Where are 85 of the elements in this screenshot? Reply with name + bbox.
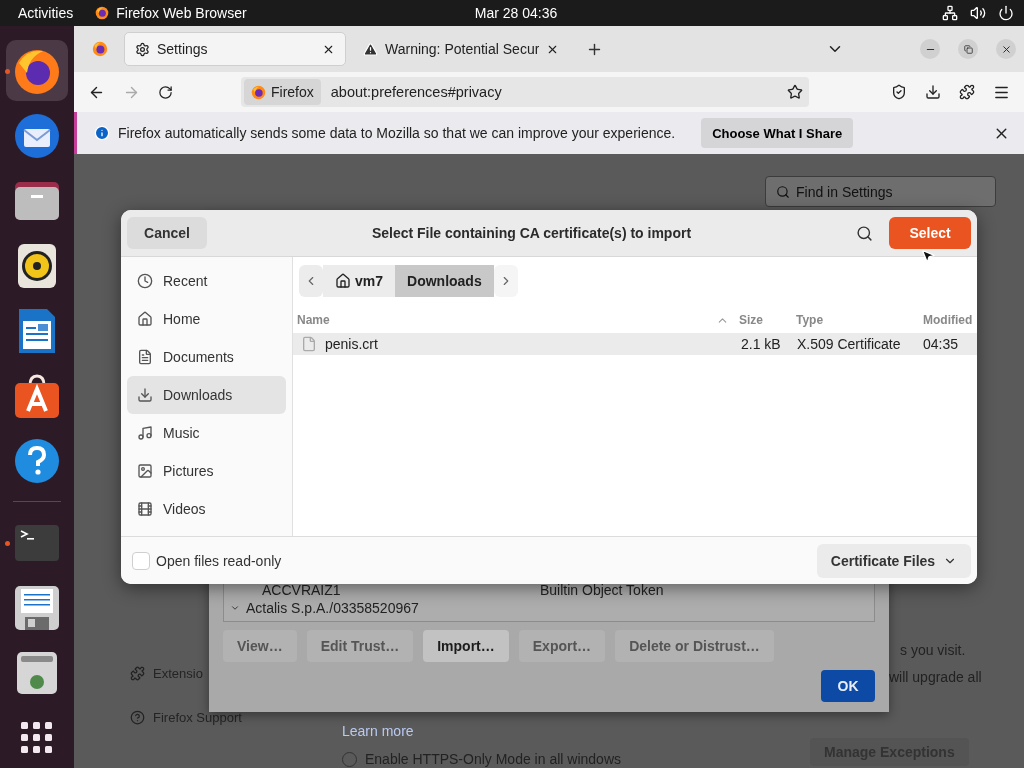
checkbox[interactable] — [132, 551, 150, 570]
learn-more-link[interactable]: Learn more — [342, 723, 414, 739]
help-icon[interactable] — [14, 437, 60, 484]
file-size: 2.1 kB — [741, 336, 782, 352]
choose-what-i-share-button[interactable]: Choose What I Share — [701, 118, 854, 148]
browser-tab[interactable]: Settings — [124, 32, 346, 66]
notification-message: Firefox automatically sends some data to Mozilla so that we can improve your experience. — [118, 125, 676, 141]
browser-tab[interactable]: Warning: Potential Secur — [352, 32, 570, 66]
reload-icon[interactable] — [158, 84, 173, 100]
shield-icon[interactable] — [891, 84, 907, 100]
checkbox-label: Open files read-only — [156, 552, 282, 569]
restore-icon — [963, 44, 973, 54]
places-item[interactable]: Videos — [127, 490, 286, 528]
column-header[interactable]: Modified — [923, 313, 977, 327]
expand-chevron-icon[interactable] — [230, 603, 240, 613]
description-text: s you visit. — [900, 642, 966, 658]
places-item[interactable]: Home — [127, 300, 286, 338]
speaker-icon[interactable] — [17, 242, 57, 289]
info-icon — [94, 125, 110, 141]
shopping-bag-icon[interactable] — [14, 372, 60, 419]
download-icon[interactable] — [925, 84, 941, 100]
browser-logo-icon — [251, 84, 266, 100]
file-icon — [301, 336, 317, 352]
drive-icon[interactable] — [17, 651, 57, 694]
volume-icon[interactable] — [970, 5, 986, 21]
places-item[interactable]: Documents — [127, 338, 286, 376]
places-item[interactable]: Music — [127, 414, 286, 452]
browser-logo-icon — [95, 6, 110, 20]
tree-cell: Actalis S.p.A./03358520967 — [246, 600, 419, 616]
search-icon[interactable] — [856, 224, 873, 242]
column-header[interactable]: Size — [739, 313, 796, 327]
identity-chip[interactable]: Firefox — [244, 79, 321, 105]
folder-icon[interactable] — [14, 179, 60, 222]
home-icon — [137, 311, 153, 327]
places-item[interactable]: Pictures — [127, 452, 286, 490]
activities-button[interactable]: Activities — [18, 5, 74, 21]
description-text: will upgrade all — [889, 669, 982, 685]
url-text: about:preferences#privacy — [330, 84, 503, 100]
path-segment[interactable]: Downloads — [395, 265, 494, 297]
mouse-pointer-icon — [920, 248, 936, 264]
maximize-button[interactable] — [958, 39, 978, 59]
address-bar[interactable]: Firefox about:preferences#privacy — [241, 77, 809, 107]
close-button[interactable] — [996, 39, 1016, 59]
file-filter-dropdown[interactable]: Certificate Files — [817, 543, 971, 578]
bookmark-star-icon[interactable] — [787, 84, 803, 100]
places-item[interactable]: Recent — [127, 262, 286, 300]
certificate-action-button[interactable]: Import… — [423, 630, 509, 662]
terminal-icon[interactable] — [15, 524, 59, 561]
cancel-button[interactable]: Cancel — [127, 217, 207, 249]
app-grid-icon[interactable] — [21, 721, 53, 754]
tree-cell-text: ACCVRAIZ1 — [262, 582, 342, 598]
clock[interactable]: Mar 28 04:36 — [474, 5, 558, 21]
home-icon — [335, 273, 351, 289]
tree-cell: Builtin Object Token — [540, 582, 664, 598]
download-icon — [137, 387, 153, 403]
extensions-icon[interactable] — [959, 84, 975, 100]
places-item[interactable]: Downloads — [127, 376, 286, 414]
file-name: penis.crt — [325, 336, 378, 352]
clock-icon — [137, 273, 153, 289]
app-menu[interactable]: Firefox Web Browser — [116, 5, 247, 21]
document-icon — [137, 349, 153, 365]
warning-icon — [363, 41, 378, 57]
file-row[interactable]: penis.crt 2.1 kB X.509 Certificate 04:35 — [293, 333, 977, 355]
select-button[interactable]: Select — [889, 217, 971, 249]
puzzle-icon — [130, 666, 145, 681]
film-icon — [137, 501, 153, 517]
music-note-icon — [137, 425, 153, 441]
find-in-settings-field[interactable]: Find in Settings — [765, 176, 996, 207]
path-segment[interactable]: vm7 — [323, 265, 396, 297]
search-icon — [776, 184, 790, 199]
column-header[interactable]: Name — [293, 313, 716, 327]
column-header[interactable]: Type — [796, 313, 923, 327]
close-icon — [1000, 43, 1012, 55]
radio-label: Enable HTTPS-Only Mode in all windows — [365, 751, 621, 767]
power-icon[interactable] — [998, 5, 1014, 21]
settings-icon — [135, 41, 150, 57]
help-icon — [130, 710, 145, 725]
document-icon[interactable] — [17, 306, 57, 355]
network-icon[interactable] — [942, 5, 958, 21]
file-type: X.509 Certificate — [797, 336, 902, 352]
ok-button[interactable]: OK — [821, 670, 875, 702]
browser-logo-icon — [92, 41, 108, 57]
file-modified: 04:35 — [923, 336, 960, 352]
dialog-title: Select File containing CA certificate(s) to import — [370, 225, 693, 241]
image-icon — [137, 463, 153, 479]
